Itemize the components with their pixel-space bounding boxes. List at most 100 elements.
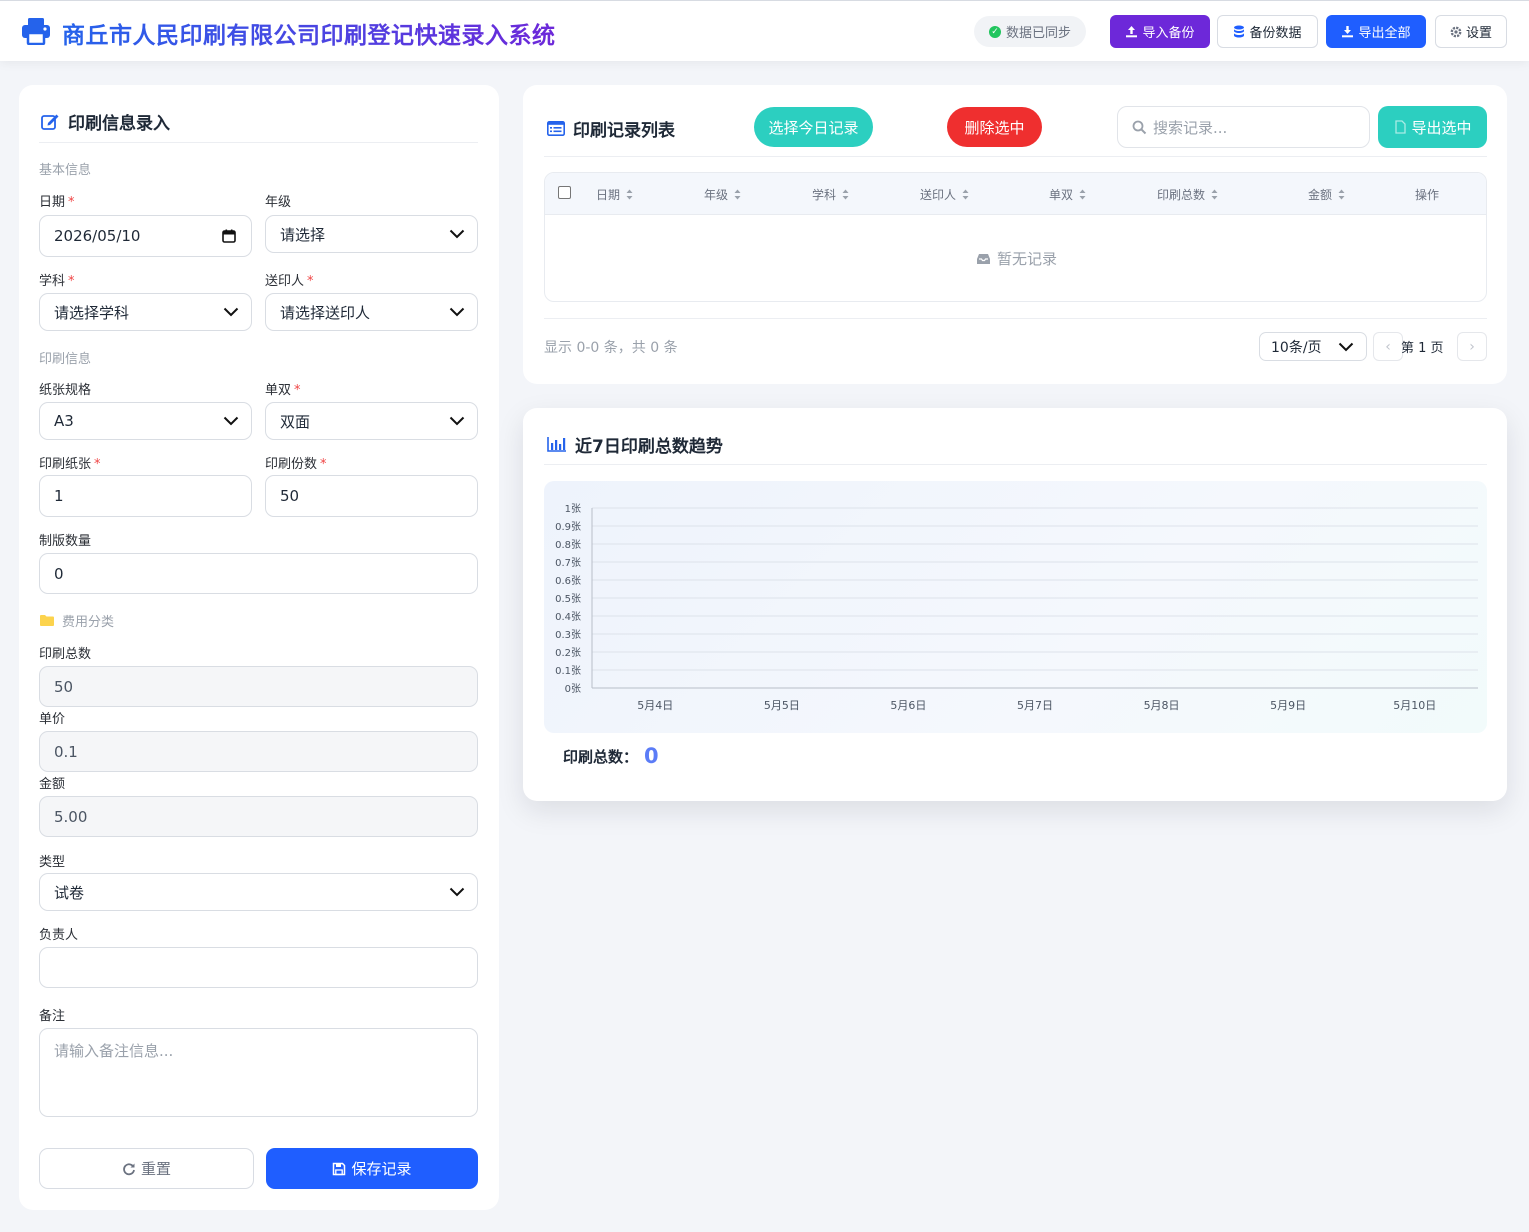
chevron-down-icon: [449, 887, 465, 897]
records-list-card: 印刷记录列表 选择今日记录 删除选中 搜索记录... 导出选中 日期 年级 学科…: [523, 85, 1507, 384]
chevron-down-icon: [449, 307, 465, 317]
date-input[interactable]: 2026/05/10: [39, 215, 252, 257]
settings-label: 设置: [1465, 26, 1492, 41]
column-header-actions: 操作: [1415, 188, 1440, 202]
sides-select[interactable]: 双面: [265, 402, 478, 440]
trend-chart-card: 近7日印刷总数趋势 0张 0.1张 0.2张 0.3张 0.4张 0.5张 0.6张 0.7张…: [523, 408, 1507, 801]
y-tick-label: 0.8张: [555, 539, 581, 551]
pagination-divider: [544, 318, 1487, 319]
next-page-button[interactable]: ›: [1457, 332, 1487, 361]
column-header-sides[interactable]: 单双: [1049, 186, 1086, 203]
page-size-select[interactable]: 10条/页: [1259, 332, 1367, 361]
subject-label: 学科 *: [39, 274, 75, 289]
list-title: 印刷记录列表: [547, 116, 675, 141]
column-header-total[interactable]: 印刷总数: [1157, 186, 1218, 203]
amount-input: 5.00: [39, 796, 478, 837]
edit-icon: [41, 114, 59, 130]
chevron-down-icon: [223, 307, 239, 317]
chevron-down-icon: [449, 229, 465, 239]
type-select[interactable]: 试卷: [39, 873, 478, 911]
chart-title-divider: [544, 464, 1487, 465]
form-title-divider: [39, 142, 478, 143]
unit-price-input: 0.1: [39, 731, 478, 772]
records-table: 日期 年级 学科 送印人 单双 印刷总数 金额 操作 暂无记录: [544, 172, 1487, 302]
plates-input[interactable]: 0: [39, 553, 478, 594]
chevron-down-icon: [1338, 342, 1354, 351]
table-header: 日期 年级 学科 送印人 单双 印刷总数 金额 操作: [545, 173, 1486, 215]
total-label: 印刷总数: [39, 647, 92, 662]
sides-label: 单双 *: [265, 383, 301, 398]
x-tick-label: 5月4日: [637, 699, 673, 712]
list-title-divider: [544, 156, 1487, 157]
paper-size-value: A3: [54, 412, 74, 430]
prev-page-button[interactable]: ‹: [1373, 332, 1403, 361]
amount-value: 5.00: [54, 807, 88, 826]
x-tick-label: 5月6日: [890, 699, 926, 712]
note-textarea[interactable]: 请输入备注信息...: [39, 1028, 478, 1117]
reset-button[interactable]: 重置: [39, 1148, 254, 1189]
inbox-icon: [976, 253, 990, 264]
total-value: 50: [54, 677, 74, 696]
grade-select[interactable]: 请选择: [265, 215, 478, 253]
section-cost: 费用分类: [39, 611, 114, 630]
paper-size-select[interactable]: A3: [39, 402, 252, 440]
empty-text: 暂无记录: [996, 250, 1057, 268]
sort-icon: [1079, 189, 1086, 200]
column-header-subject[interactable]: 学科: [812, 186, 849, 203]
pagination-info: 显示 0-0 条，共 0 条: [544, 340, 678, 356]
type-label: 类型: [39, 855, 66, 870]
y-tick-label: 0.9张: [555, 521, 581, 533]
sort-icon: [842, 189, 849, 200]
select-today-button[interactable]: 选择今日记录: [754, 107, 873, 147]
subject-select[interactable]: 请选择学科: [39, 293, 252, 331]
copies-value: 50: [280, 487, 300, 505]
y-tick-label: 0张: [565, 683, 581, 695]
x-tick-label: 5月8日: [1144, 699, 1180, 712]
list-title-text: 印刷记录列表: [573, 121, 675, 141]
sort-icon: [734, 189, 741, 200]
chart-title-text: 近7日印刷总数趋势: [575, 437, 723, 457]
unit-price-value: 0.1: [54, 742, 78, 761]
export-all-button[interactable]: 导出全部: [1326, 15, 1426, 48]
chart-total-label: 印刷总数：: [563, 747, 639, 766]
column-header-amount[interactable]: 金额: [1308, 186, 1345, 203]
save-label: 保存记录: [351, 1160, 412, 1178]
backup-data-button[interactable]: 备份数据: [1217, 15, 1318, 48]
owner-input[interactable]: [39, 947, 478, 988]
paper-size-label: 纸张规格: [39, 383, 92, 398]
delete-selected-button[interactable]: 删除选中: [947, 107, 1042, 147]
refresh-icon: [123, 1162, 135, 1175]
column-header-date[interactable]: 日期: [596, 186, 633, 203]
sheets-input[interactable]: 1: [39, 475, 252, 517]
save-record-button[interactable]: 保存记录: [266, 1148, 478, 1189]
type-value: 试卷: [54, 883, 85, 902]
grade-value: 请选择: [280, 225, 326, 244]
export-all-label: 导出全部: [1358, 26, 1411, 41]
settings-button[interactable]: 设置: [1435, 15, 1507, 48]
y-tick-label: 0.3张: [555, 629, 581, 641]
calendar-icon[interactable]: [222, 229, 236, 243]
empty-state: 暂无记录: [545, 248, 1486, 269]
copies-input[interactable]: 50: [265, 475, 478, 517]
y-tick-label: 0.4张: [555, 611, 581, 623]
sync-status-text: 数据已同步: [1005, 26, 1071, 41]
search-input[interactable]: 搜索记录...: [1117, 106, 1370, 148]
subject-value: 请选择学科: [54, 303, 130, 322]
trend-chart: 0张 0.1张 0.2张 0.3张 0.4张 0.5张 0.6张 0.7张 0.8张 0.9张 1张…: [555, 503, 1478, 712]
amount-label: 金额: [39, 777, 66, 792]
export-selected-button[interactable]: 导出选中: [1378, 106, 1487, 148]
sender-select[interactable]: 请选择送印人: [265, 293, 478, 331]
form-title: 印刷信息录入: [41, 109, 170, 134]
date-value: 2026/05/10: [54, 227, 141, 245]
download-icon: [1342, 26, 1354, 38]
import-backup-button[interactable]: 导入备份: [1110, 15, 1210, 48]
sync-status-badge: ✓ 数据已同步: [974, 16, 1086, 47]
column-header-grade[interactable]: 年级: [704, 186, 741, 203]
y-tick-label: 0.1张: [555, 665, 581, 677]
column-header-sender[interactable]: 送印人: [920, 186, 969, 203]
y-tick-label: 0.6张: [555, 575, 581, 587]
sender-label: 送印人 *: [265, 274, 314, 289]
unit-price-label: 单价: [39, 712, 66, 727]
sheets-label: 印刷纸张 *: [39, 457, 101, 472]
select-all-checkbox[interactable]: [558, 186, 571, 199]
